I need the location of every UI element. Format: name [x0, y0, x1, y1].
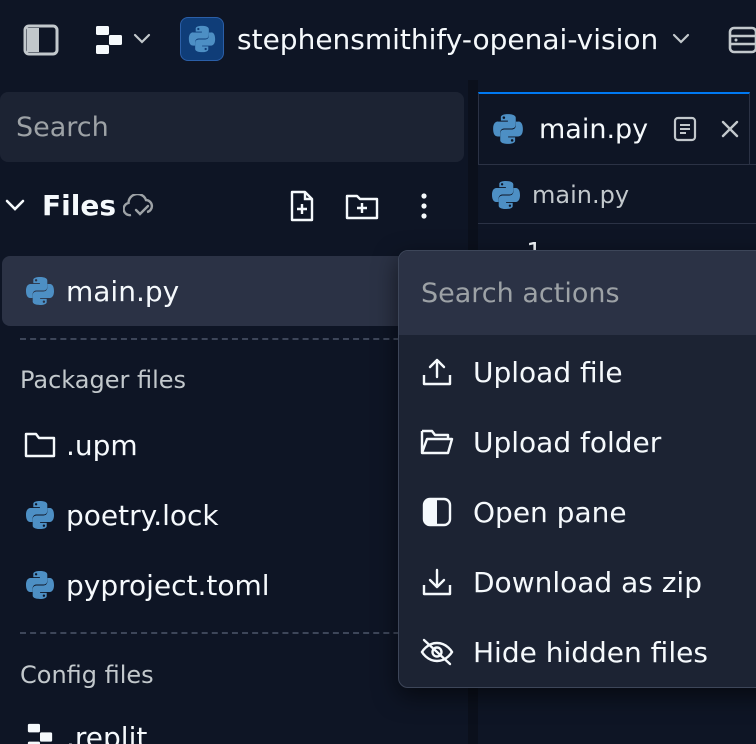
files-header: Files — [0, 180, 464, 232]
file-search-input[interactable] — [0, 92, 464, 162]
menu-item-hide-hidden-files[interactable]: Hide hidden files — [399, 619, 756, 685]
file-row-main-py[interactable]: main.py — [2, 256, 464, 326]
config-files-label: Config files — [20, 661, 154, 689]
pane-icon — [419, 494, 455, 530]
python-icon — [24, 499, 56, 531]
file-actions-menu: Upload file Upload folder Open pane Down… — [398, 250, 756, 688]
collapse-chevron-icon[interactable] — [4, 194, 26, 216]
repl-avatar[interactable] — [180, 17, 224, 61]
eye-off-icon — [419, 634, 455, 670]
menu-item-download-zip[interactable]: Download as zip — [399, 549, 756, 615]
files-title: Files — [42, 189, 116, 222]
packager-files-label: Packager files — [20, 366, 187, 394]
menu-item-label: Upload file — [473, 355, 623, 389]
menu-item-upload-folder[interactable]: Upload folder — [399, 409, 756, 475]
document-icon[interactable] — [673, 116, 697, 142]
menu-item-open-pane[interactable]: Open pane — [399, 479, 756, 545]
python-icon — [24, 569, 56, 601]
actions-search-input[interactable] — [399, 251, 756, 335]
chevron-down-icon[interactable] — [132, 28, 152, 50]
section-divider — [20, 338, 460, 340]
folder-icon — [24, 429, 56, 461]
tab-strip-border — [478, 164, 756, 165]
cloud-check-icon — [122, 192, 158, 222]
folder-open-icon — [419, 424, 455, 460]
menu-item-label: Open pane — [473, 495, 627, 529]
new-folder-button[interactable] — [342, 186, 382, 226]
file-row-pyproject[interactable]: pyproject.toml — [2, 550, 464, 620]
python-icon — [491, 112, 525, 146]
python-icon — [490, 179, 522, 211]
file-row-upm[interactable]: .upm — [2, 410, 464, 480]
replit-icon — [24, 721, 56, 744]
file-search-box[interactable] — [0, 92, 464, 162]
menu-item-label: Upload folder — [473, 425, 662, 459]
replit-logo-icon[interactable] — [92, 22, 126, 58]
tab-label: main.py — [539, 113, 649, 145]
breadcrumb-file[interactable]: main.py — [532, 181, 629, 209]
download-icon — [419, 564, 455, 600]
spaces-icon[interactable] — [726, 22, 756, 58]
menu-item-label: Hide hidden files — [473, 635, 708, 669]
file-name: main.py — [66, 274, 180, 308]
more-options-icon[interactable] — [406, 186, 442, 226]
file-name: .upm — [66, 428, 138, 462]
sidebar-toggle-icon[interactable] — [22, 22, 60, 58]
file-row-poetry-lock[interactable]: poetry.lock — [2, 480, 464, 550]
tab-main-py[interactable]: main.py — [478, 92, 750, 164]
breadcrumb[interactable]: main.py — [478, 166, 756, 224]
file-name: pyproject.toml — [66, 568, 270, 602]
new-file-button[interactable] — [282, 186, 322, 226]
chevron-down-icon[interactable] — [670, 28, 692, 50]
close-icon[interactable] — [719, 118, 741, 140]
file-row-replit[interactable]: .replit — [2, 702, 464, 744]
upload-icon — [419, 354, 455, 390]
file-name: .replit — [66, 720, 148, 744]
menu-item-label: Download as zip — [473, 565, 702, 599]
menu-item-upload-file[interactable]: Upload file — [399, 339, 756, 405]
actions-search-box[interactable] — [399, 251, 756, 335]
python-icon — [24, 275, 56, 307]
repl-name[interactable]: stephensmithify-openai-vision — [237, 22, 658, 58]
file-name: poetry.lock — [66, 498, 219, 532]
section-divider — [20, 632, 460, 634]
top-bar: stephensmithify-openai-vision — [0, 0, 756, 80]
